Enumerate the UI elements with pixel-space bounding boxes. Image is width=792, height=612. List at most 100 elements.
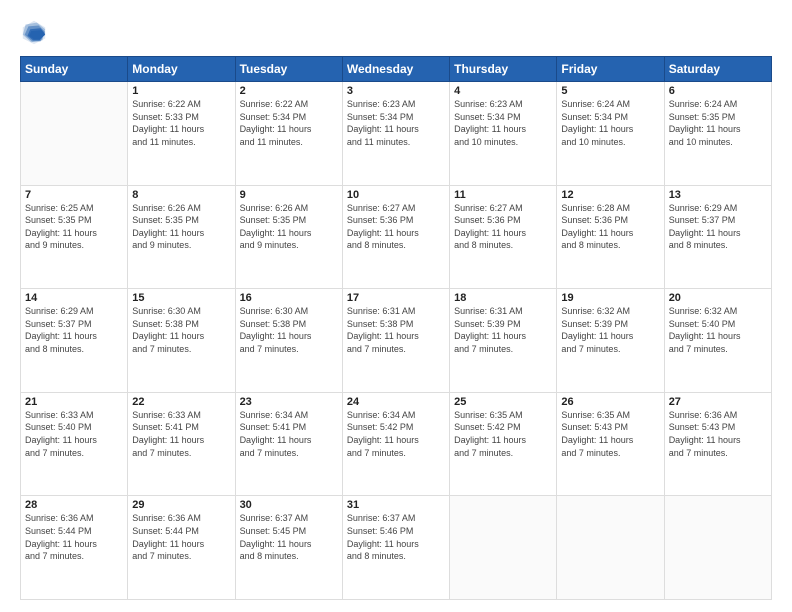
calendar-cell: 29Sunrise: 6:36 AM Sunset: 5:44 PM Dayli… [128,496,235,600]
day-number: 7 [25,189,123,201]
day-number: 12 [561,189,659,201]
weekday-header: Friday [557,57,664,82]
calendar-cell: 1Sunrise: 6:22 AM Sunset: 5:33 PM Daylig… [128,82,235,186]
day-info: Sunrise: 6:34 AM Sunset: 5:41 PM Dayligh… [240,409,338,459]
day-number: 13 [669,189,767,201]
calendar-cell: 24Sunrise: 6:34 AM Sunset: 5:42 PM Dayli… [342,392,449,496]
calendar-cell: 13Sunrise: 6:29 AM Sunset: 5:37 PM Dayli… [664,185,771,289]
calendar-cell: 2Sunrise: 6:22 AM Sunset: 5:34 PM Daylig… [235,82,342,186]
day-info: Sunrise: 6:36 AM Sunset: 5:44 PM Dayligh… [25,512,123,562]
day-number: 28 [25,499,123,511]
weekday-header: Wednesday [342,57,449,82]
day-number: 27 [669,396,767,408]
day-info: Sunrise: 6:36 AM Sunset: 5:44 PM Dayligh… [132,512,230,562]
weekday-header: Thursday [450,57,557,82]
day-number: 9 [240,189,338,201]
calendar-header-row: SundayMondayTuesdayWednesdayThursdayFrid… [21,57,772,82]
calendar-cell: 17Sunrise: 6:31 AM Sunset: 5:38 PM Dayli… [342,289,449,393]
calendar-week-row: 1Sunrise: 6:22 AM Sunset: 5:33 PM Daylig… [21,82,772,186]
weekday-header: Tuesday [235,57,342,82]
calendar-cell: 9Sunrise: 6:26 AM Sunset: 5:35 PM Daylig… [235,185,342,289]
calendar-cell: 21Sunrise: 6:33 AM Sunset: 5:40 PM Dayli… [21,392,128,496]
day-number: 15 [132,292,230,304]
day-number: 5 [561,85,659,97]
calendar-cell: 28Sunrise: 6:36 AM Sunset: 5:44 PM Dayli… [21,496,128,600]
day-number: 26 [561,396,659,408]
day-info: Sunrise: 6:34 AM Sunset: 5:42 PM Dayligh… [347,409,445,459]
day-number: 14 [25,292,123,304]
logo-icon [20,18,48,46]
day-info: Sunrise: 6:31 AM Sunset: 5:39 PM Dayligh… [454,305,552,355]
day-number: 25 [454,396,552,408]
day-number: 4 [454,85,552,97]
day-info: Sunrise: 6:26 AM Sunset: 5:35 PM Dayligh… [240,202,338,252]
day-info: Sunrise: 6:33 AM Sunset: 5:40 PM Dayligh… [25,409,123,459]
day-info: Sunrise: 6:27 AM Sunset: 5:36 PM Dayligh… [454,202,552,252]
day-number: 22 [132,396,230,408]
calendar-week-row: 7Sunrise: 6:25 AM Sunset: 5:35 PM Daylig… [21,185,772,289]
day-info: Sunrise: 6:22 AM Sunset: 5:33 PM Dayligh… [132,98,230,148]
day-number: 19 [561,292,659,304]
day-info: Sunrise: 6:36 AM Sunset: 5:43 PM Dayligh… [669,409,767,459]
day-number: 17 [347,292,445,304]
header [20,18,772,46]
day-number: 1 [132,85,230,97]
calendar-cell [450,496,557,600]
calendar-cell [664,496,771,600]
day-number: 8 [132,189,230,201]
calendar-cell: 26Sunrise: 6:35 AM Sunset: 5:43 PM Dayli… [557,392,664,496]
calendar-cell: 18Sunrise: 6:31 AM Sunset: 5:39 PM Dayli… [450,289,557,393]
day-info: Sunrise: 6:23 AM Sunset: 5:34 PM Dayligh… [454,98,552,148]
day-info: Sunrise: 6:33 AM Sunset: 5:41 PM Dayligh… [132,409,230,459]
day-number: 21 [25,396,123,408]
calendar-cell: 19Sunrise: 6:32 AM Sunset: 5:39 PM Dayli… [557,289,664,393]
calendar-cell: 31Sunrise: 6:37 AM Sunset: 5:46 PM Dayli… [342,496,449,600]
day-info: Sunrise: 6:31 AM Sunset: 5:38 PM Dayligh… [347,305,445,355]
day-info: Sunrise: 6:32 AM Sunset: 5:40 PM Dayligh… [669,305,767,355]
day-number: 6 [669,85,767,97]
calendar-cell: 15Sunrise: 6:30 AM Sunset: 5:38 PM Dayli… [128,289,235,393]
page: SundayMondayTuesdayWednesdayThursdayFrid… [0,0,792,612]
day-info: Sunrise: 6:37 AM Sunset: 5:45 PM Dayligh… [240,512,338,562]
day-info: Sunrise: 6:26 AM Sunset: 5:35 PM Dayligh… [132,202,230,252]
calendar-cell [21,82,128,186]
day-info: Sunrise: 6:22 AM Sunset: 5:34 PM Dayligh… [240,98,338,148]
day-number: 16 [240,292,338,304]
calendar-week-row: 28Sunrise: 6:36 AM Sunset: 5:44 PM Dayli… [21,496,772,600]
calendar-cell: 7Sunrise: 6:25 AM Sunset: 5:35 PM Daylig… [21,185,128,289]
day-number: 3 [347,85,445,97]
day-info: Sunrise: 6:25 AM Sunset: 5:35 PM Dayligh… [25,202,123,252]
day-info: Sunrise: 6:35 AM Sunset: 5:43 PM Dayligh… [561,409,659,459]
weekday-header: Saturday [664,57,771,82]
day-number: 30 [240,499,338,511]
calendar-cell: 25Sunrise: 6:35 AM Sunset: 5:42 PM Dayli… [450,392,557,496]
day-number: 24 [347,396,445,408]
day-info: Sunrise: 6:37 AM Sunset: 5:46 PM Dayligh… [347,512,445,562]
day-info: Sunrise: 6:23 AM Sunset: 5:34 PM Dayligh… [347,98,445,148]
calendar-cell: 22Sunrise: 6:33 AM Sunset: 5:41 PM Dayli… [128,392,235,496]
day-info: Sunrise: 6:24 AM Sunset: 5:35 PM Dayligh… [669,98,767,148]
logo [20,18,52,46]
day-number: 11 [454,189,552,201]
calendar-cell: 6Sunrise: 6:24 AM Sunset: 5:35 PM Daylig… [664,82,771,186]
day-info: Sunrise: 6:35 AM Sunset: 5:42 PM Dayligh… [454,409,552,459]
day-info: Sunrise: 6:30 AM Sunset: 5:38 PM Dayligh… [132,305,230,355]
day-number: 10 [347,189,445,201]
calendar-cell: 10Sunrise: 6:27 AM Sunset: 5:36 PM Dayli… [342,185,449,289]
calendar-table: SundayMondayTuesdayWednesdayThursdayFrid… [20,56,772,600]
day-number: 29 [132,499,230,511]
calendar-week-row: 14Sunrise: 6:29 AM Sunset: 5:37 PM Dayli… [21,289,772,393]
day-info: Sunrise: 6:24 AM Sunset: 5:34 PM Dayligh… [561,98,659,148]
day-info: Sunrise: 6:29 AM Sunset: 5:37 PM Dayligh… [25,305,123,355]
day-number: 2 [240,85,338,97]
calendar-cell: 16Sunrise: 6:30 AM Sunset: 5:38 PM Dayli… [235,289,342,393]
weekday-header: Sunday [21,57,128,82]
day-info: Sunrise: 6:29 AM Sunset: 5:37 PM Dayligh… [669,202,767,252]
calendar-cell: 27Sunrise: 6:36 AM Sunset: 5:43 PM Dayli… [664,392,771,496]
calendar-cell [557,496,664,600]
calendar-cell: 4Sunrise: 6:23 AM Sunset: 5:34 PM Daylig… [450,82,557,186]
day-number: 31 [347,499,445,511]
calendar-week-row: 21Sunrise: 6:33 AM Sunset: 5:40 PM Dayli… [21,392,772,496]
calendar-cell: 20Sunrise: 6:32 AM Sunset: 5:40 PM Dayli… [664,289,771,393]
calendar-cell: 11Sunrise: 6:27 AM Sunset: 5:36 PM Dayli… [450,185,557,289]
